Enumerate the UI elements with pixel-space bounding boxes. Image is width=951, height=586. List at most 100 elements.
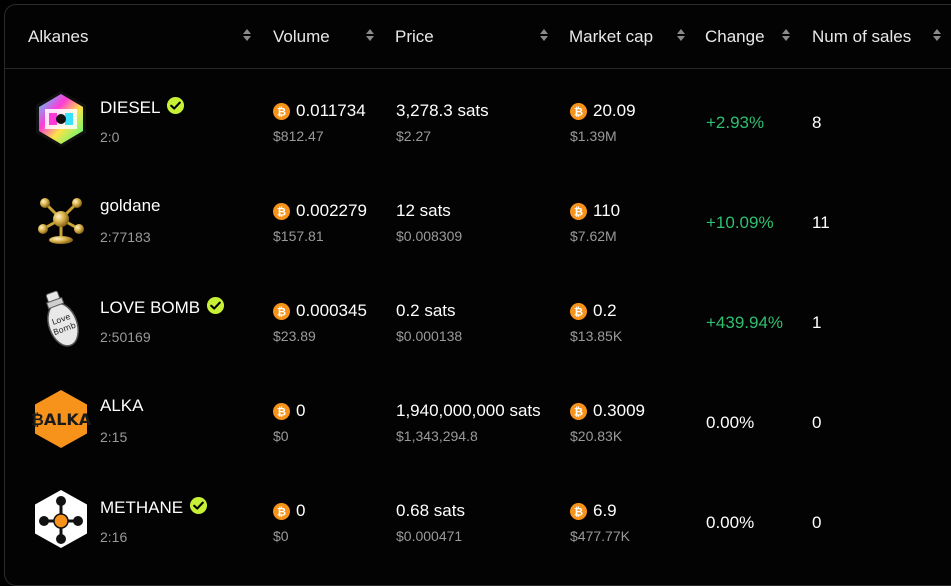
column-header-num-sales-label: Num of sales — [812, 26, 912, 46]
change-value: +10.09% — [706, 213, 774, 232]
token-id: 2:16 — [100, 529, 128, 545]
price-usd: $0.008309 — [396, 228, 463, 244]
svg-text:₿: ₿ — [277, 404, 286, 418]
bitcoin-icon: ₿ — [273, 102, 290, 120]
token-id: 2:15 — [100, 429, 128, 445]
table-row[interactable]: goldane 2:77183 ₿ 0.002279 $157.81 12 sa… — [5, 169, 951, 269]
price-usd: $0.000471 — [396, 528, 463, 544]
svg-text:₿: ₿ — [277, 504, 286, 518]
goldane-logo-icon — [31, 189, 91, 249]
num-sales-value: 1 — [812, 313, 822, 332]
token-name[interactable]: METHANE — [100, 496, 208, 520]
bitcoin-icon: ₿ — [273, 302, 290, 320]
market-cap-usd: $13.85K — [570, 328, 623, 344]
volume-usd: $0 — [273, 528, 289, 544]
column-header-change[interactable]: Change — [705, 5, 765, 68]
sort-icon[interactable] — [539, 27, 549, 43]
volume-btc: ₿ 0.002279 — [273, 201, 367, 221]
sort-icon[interactable] — [781, 27, 791, 43]
column-header-market-cap-label: Market cap — [569, 26, 654, 46]
num-sales-value: 11 — [812, 213, 830, 232]
bomb-logo-icon: Love Bomb — [31, 289, 91, 349]
volume-usd: $812.47 — [273, 128, 324, 144]
bitcoin-icon: ₿ — [570, 202, 587, 220]
alka-logo-icon: ₿ALKA — [31, 389, 92, 449]
change-value: +2.93% — [706, 113, 765, 132]
svg-text:₿: ₿ — [574, 104, 583, 118]
token-name-label: DIESEL — [100, 98, 161, 117]
volume-btc-value: 0.011734 — [296, 101, 366, 120]
price-usd: $2.27 — [396, 128, 432, 144]
column-header-price-label: Price — [395, 26, 434, 46]
table-header: Alkanes Volume Price Market cap Change N… — [5, 5, 951, 69]
change-value: 0.00% — [706, 413, 755, 432]
sort-icon[interactable] — [676, 27, 686, 43]
column-header-volume[interactable]: Volume — [273, 5, 330, 68]
bitcoin-icon: ₿ — [273, 402, 290, 420]
volume-usd: $23.89 — [273, 328, 316, 344]
price-usd: $1,343,294.8 — [396, 428, 478, 444]
table-row[interactable]: ₿ALKA ALKA 2:15 ₿ 0 $0 1,940,000,000 sat… — [5, 369, 951, 469]
volume-usd: $157.81 — [273, 228, 324, 244]
price-sats: 0.68 sats — [396, 501, 465, 520]
volume-btc: ₿ 0 — [273, 501, 305, 521]
token-name-label: METHANE — [100, 498, 184, 517]
token-name[interactable]: goldane — [100, 196, 161, 216]
price-sats: 3,278.3 sats — [396, 101, 489, 120]
sort-icon[interactable] — [365, 27, 375, 43]
table-row[interactable]: DIESEL 2:0 ₿ 0.011734 $812.47 3,278.3 sa… — [5, 69, 951, 169]
bitcoin-icon: ₿ — [570, 402, 587, 420]
column-header-num-sales[interactable]: Num of sales — [812, 5, 911, 68]
price-sats: 0.2 sats — [396, 301, 456, 320]
svg-text:₿: ₿ — [277, 104, 286, 118]
verified-check-icon — [166, 96, 185, 120]
sort-icon[interactable] — [932, 27, 942, 43]
volume-btc: ₿ 0.011734 — [273, 101, 366, 121]
token-name-label: LOVE BOMB — [100, 298, 201, 317]
price-sats: 1,940,000,000 sats — [396, 401, 541, 420]
table-row[interactable]: Love Bomb LOVE BOMB 2:50169 ₿ 0.000345 $… — [5, 269, 951, 369]
token-name-label: ALKA — [100, 396, 144, 415]
token-name[interactable]: DIESEL — [100, 96, 185, 120]
num-sales-value: 0 — [812, 413, 822, 432]
change-value: 0.00% — [706, 513, 755, 532]
column-header-change-label: Change — [705, 26, 765, 46]
bitcoin-icon: ₿ — [570, 102, 587, 120]
market-cap-btc: ₿ 6.9 — [570, 501, 617, 521]
column-header-market-cap[interactable]: Market cap — [569, 5, 653, 68]
market-cap-btc-value: 20.09 — [593, 101, 636, 120]
market-cap-usd: $477.77K — [570, 528, 630, 544]
bitcoin-icon: ₿ — [570, 502, 587, 520]
svg-text:₿: ₿ — [574, 304, 583, 318]
sort-icon[interactable] — [242, 27, 252, 43]
market-cap-btc-value: 110 — [593, 201, 621, 220]
column-header-volume-label: Volume — [273, 26, 330, 46]
volume-btc: ₿ 0 — [273, 401, 305, 421]
bitcoin-icon: ₿ — [570, 302, 587, 320]
verified-check-icon — [189, 496, 208, 520]
token-id: 2:50169 — [100, 329, 151, 345]
svg-text:₿: ₿ — [277, 204, 286, 218]
bitcoin-icon: ₿ — [273, 502, 290, 520]
token-name-label: goldane — [100, 196, 161, 215]
token-name[interactable]: LOVE BOMB — [100, 296, 225, 320]
market-cap-usd: $1.39M — [570, 128, 617, 144]
svg-text:₿: ₿ — [574, 504, 583, 518]
svg-text:₿: ₿ — [277, 304, 286, 318]
market-cap-btc: ₿ 0.2 — [570, 301, 617, 321]
market-cap-btc: ₿ 0.3009 — [570, 401, 645, 421]
bitcoin-icon: ₿ — [273, 202, 290, 220]
diesel-logo-icon — [31, 89, 91, 149]
column-header-alkanes-label: Alkanes — [28, 26, 89, 46]
volume-btc-value: 0 — [296, 401, 306, 420]
change-value: +439.94% — [706, 313, 784, 332]
market-cap-btc: ₿ 110 — [570, 201, 620, 221]
column-header-alkanes[interactable]: Alkanes — [28, 5, 88, 68]
table-row[interactable]: METHANE 2:16 ₿ 0 $0 0.68 sats $0.000471 … — [5, 469, 951, 569]
market-cap-btc-value: 0.2 — [593, 301, 617, 320]
market-cap-usd: $20.83K — [570, 428, 623, 444]
volume-btc-value: 0 — [296, 501, 306, 520]
column-header-price[interactable]: Price — [395, 5, 434, 68]
token-name[interactable]: ALKA — [100, 396, 143, 416]
svg-text:₿: ₿ — [574, 204, 583, 218]
